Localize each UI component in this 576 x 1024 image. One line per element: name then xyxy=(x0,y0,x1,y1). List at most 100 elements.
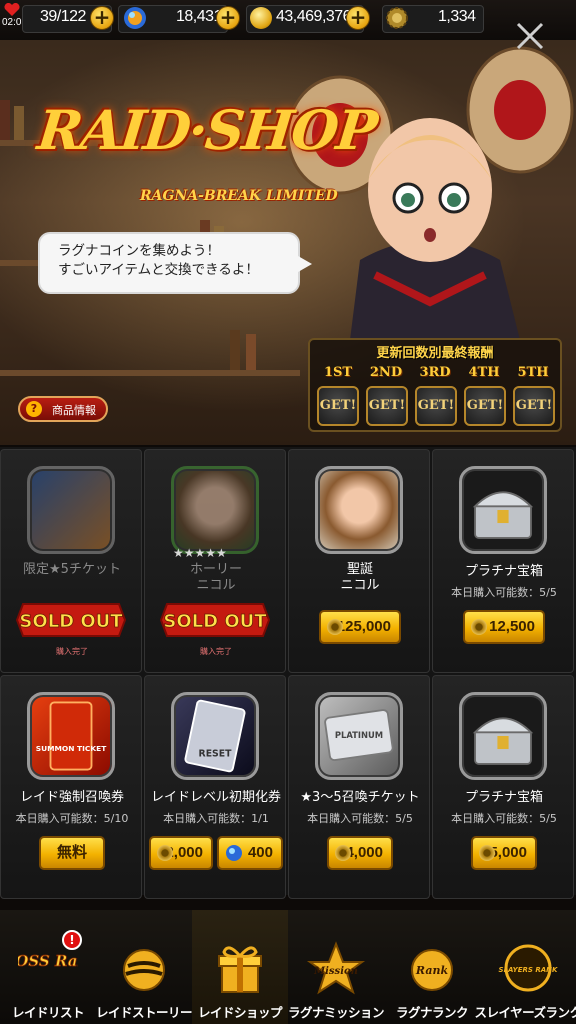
christmas-nicole-portrait xyxy=(315,466,403,554)
price-value: 無料 xyxy=(56,844,87,861)
ragna-coin-icon xyxy=(471,619,487,635)
buy-button[interactable]: 125,000 xyxy=(319,610,401,644)
ragna-coin-value: 1,334 xyxy=(438,8,476,25)
product-info-button[interactable]: ? 商品情報 xyxy=(18,396,108,422)
slayers-rank-icon: SLAYERS RANK xyxy=(499,944,558,992)
holy-nicole-portrait xyxy=(171,466,259,554)
item-name: プラチナ宝箱 xyxy=(464,790,543,805)
purchase-limit: 本日購入可能数：5/5 xyxy=(451,812,557,825)
ragna-coin-icon xyxy=(335,845,351,861)
nav-raid-story[interactable]: レイドストーリー xyxy=(96,910,193,1024)
raid-shop-banner: RAID·SHOP RAGNA-BREAK LIMITED ラグナコインを集めよ… xyxy=(0,40,576,445)
nav-label: スレイヤーズランク xyxy=(474,1005,576,1020)
shop-item-christmas-nicole[interactable]: 聖誕 ニコル 125,000 xyxy=(288,449,430,673)
rank-text: Rank xyxy=(415,964,449,977)
platinum-chest-icon xyxy=(459,692,547,780)
mission-text: Mission xyxy=(313,966,358,977)
platinum-chest-icon xyxy=(459,466,547,554)
purchase-complete-label: 購入完了 xyxy=(56,647,88,656)
nav-ragna-rank[interactable]: Rank ラグナランク xyxy=(384,910,480,1024)
speech-bubble: ラグナコインを集めよう！ すごいアイテムと交換できるよ！ xyxy=(38,232,312,294)
ragna-coin-icon xyxy=(157,845,173,861)
item-name-line-2: ニコル xyxy=(340,578,380,593)
buy-button[interactable]: 4,000 xyxy=(327,836,393,870)
add-stamina-button[interactable]: + xyxy=(90,6,114,30)
get-reward-4-button[interactable]: GET! xyxy=(464,386,506,426)
nav-ragna-mission[interactable]: Mission ラグナミッション xyxy=(288,910,385,1024)
purchase-limit: 本日購入可能数：5/5 xyxy=(307,812,413,825)
item-name: レイド強制召喚券 xyxy=(19,790,124,805)
purchase-limit: 本日購入可能数：5/10 xyxy=(15,812,129,825)
buy-free-button[interactable]: 無料 xyxy=(39,836,105,870)
reset-text: RESET xyxy=(199,749,233,760)
buy-with-gems-button[interactable]: 400 xyxy=(217,836,283,870)
notification-badge: ! xyxy=(62,930,82,950)
sold-out-label: SOLD OUT xyxy=(19,611,123,632)
rank-label-4: 4TH xyxy=(468,365,500,380)
nav-raid-list[interactable]: BOSS Raid ! レイドリスト xyxy=(0,910,96,1024)
item-name: ★3〜5召喚チケット xyxy=(300,790,420,805)
raid-shop-subtitle: RAGNA-BREAK LIMITED xyxy=(140,188,338,204)
rank-label-1: 1ST xyxy=(323,365,353,380)
nav-label: ラグナランク xyxy=(395,1005,469,1020)
nav-label: レイドリスト xyxy=(11,1005,85,1020)
product-info-label: 商品情報 xyxy=(52,404,96,417)
shop-item-raid-summon-ticket[interactable]: SUMMON TICKET レイド強制召喚券 本日購入可能数：5/10 無料 xyxy=(0,675,142,899)
bottom-navigation: BOSS Raid ! レイドリスト レイドストーリー レイドショップ Miss… xyxy=(0,910,576,1024)
shop-item-holy-nicole[interactable]: ★★★★★ ホーリー ニコル SOLD OUT 購入完了 xyxy=(144,449,286,673)
item-name: 限定★5チケット xyxy=(23,562,121,577)
question-icon: ? xyxy=(26,401,42,417)
sold-out-stamp: SOLD OUT xyxy=(159,603,271,637)
gold-value: 43,469,376 xyxy=(276,8,352,25)
price-value: 125,000 xyxy=(336,618,391,635)
rank-label-5: 5TH xyxy=(517,365,549,380)
rank-label-3: 3RD xyxy=(419,365,451,380)
item-name: プラチナ宝箱 xyxy=(464,564,543,579)
speech-line-1: ラグナコインを集めよう！ xyxy=(58,243,220,259)
item-name: レイドレベル初期化券 xyxy=(150,790,281,805)
final-reward-title: 更新回数別最終報酬 xyxy=(376,346,494,361)
get-reward-1-button[interactable]: GET! xyxy=(317,386,359,426)
shop-item-raid-level-reset-ticket[interactable]: RESET レイドレベル初期化券 本日購入可能数：1/1 2,000 400 xyxy=(144,675,286,899)
resource-bar: 02:03 39/122 + 18,431 + 43,469,376 + 1,3… xyxy=(0,0,576,40)
buy-button[interactable]: 12,500 xyxy=(463,610,545,644)
buy-with-coin-button[interactable]: 2,000 xyxy=(149,836,213,870)
shop-item-limited-5star-ticket[interactable]: 限定★5チケット SOLD OUT 購入完了 xyxy=(0,449,142,673)
close-icon[interactable] xyxy=(512,18,548,54)
nav-label: レイドストーリー xyxy=(95,1005,193,1020)
rank-icon: Rank xyxy=(411,949,453,991)
get-reward-2-button[interactable]: GET! xyxy=(366,386,408,426)
get-reward-3-button[interactable]: GET! xyxy=(415,386,457,426)
nav-label: レイドショップ xyxy=(197,1005,283,1020)
gem-icon xyxy=(226,845,242,861)
ragna-coin-icon xyxy=(386,7,408,29)
nav-label: ラグナミッション xyxy=(287,1005,385,1020)
card-text: PLATINUM xyxy=(335,730,383,740)
gold-coin-icon xyxy=(250,7,272,29)
nav-raid-shop[interactable]: レイドショップ xyxy=(192,910,288,1024)
rarity-stars: ★★★★★ xyxy=(173,546,227,560)
add-gems-button[interactable]: + xyxy=(216,6,240,30)
shop-item-grid: 限定★5チケット SOLD OUT 購入完了 ★★★★★ ホーリー ニコル SO… xyxy=(0,447,576,899)
shop-item-3-5star-summon-ticket[interactable]: PLATINUM ★3〜5召喚チケット 本日購入可能数：5/5 4,000 xyxy=(288,675,430,899)
shop-item-platinum-chest[interactable]: プラチナ宝箱 本日購入可能数：5/5 12,500 xyxy=(432,449,574,673)
purchase-complete-label: 購入完了 xyxy=(200,647,232,656)
summon-ticket-text: SUMMON TICKET xyxy=(36,744,107,753)
nav-slayers-rank[interactable]: SLAYERS RANK スレイヤーズランク xyxy=(474,910,576,1024)
item-name: ホーリー ニコル xyxy=(145,562,287,594)
raid-shop-title: RAID·SHOP xyxy=(34,98,379,162)
item-name-line-1: ホーリー xyxy=(189,562,242,577)
price-value: 400 xyxy=(247,844,273,861)
shop-item-platinum-chest[interactable]: プラチナ宝箱 本日購入可能数：5/5 35,000 xyxy=(432,675,574,899)
ragna-coin-icon xyxy=(327,619,343,635)
gem-icon xyxy=(124,7,146,29)
add-gold-button[interactable]: + xyxy=(346,6,370,30)
purchase-limit: 本日購入可能数：5/5 xyxy=(451,586,557,599)
buy-button[interactable]: 35,000 xyxy=(471,836,537,870)
ragna-coin-icon xyxy=(479,845,495,861)
purchase-limit: 本日購入可能数：1/1 xyxy=(163,812,269,825)
get-reward-5-button[interactable]: GET! xyxy=(513,386,555,426)
reset-ticket-icon: RESET xyxy=(171,692,259,780)
price-value: 4,000 xyxy=(345,844,383,861)
item-name-line-2: ニコル xyxy=(196,578,236,593)
